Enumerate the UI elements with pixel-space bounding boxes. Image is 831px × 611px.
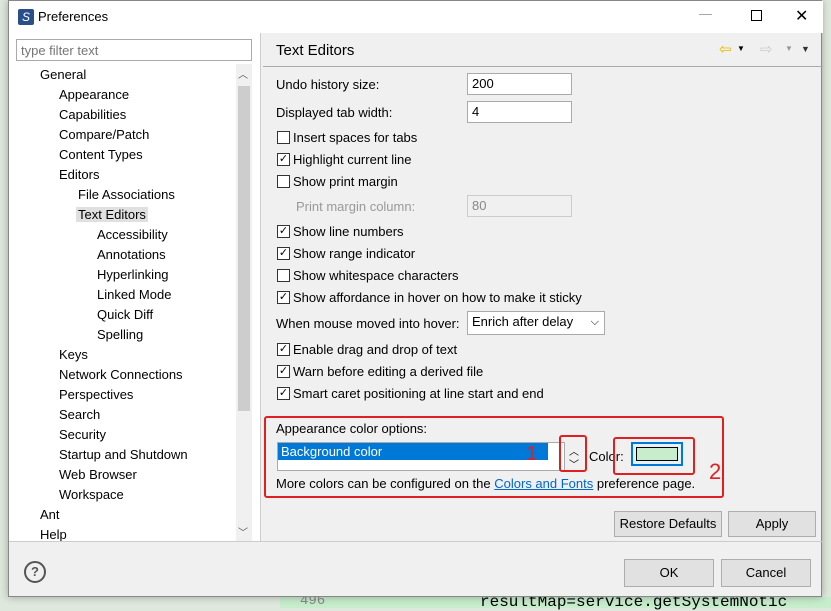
checkbox-row[interactable]: ✓ Highlight current line: [277, 152, 412, 167]
tree-item[interactable]: Ant: [38, 507, 62, 522]
tree-item[interactable]: Linked Mode: [95, 287, 173, 302]
tree-item[interactable]: Quick Diff: [95, 307, 155, 322]
checkbox-label: Show whitespace characters: [293, 268, 459, 283]
back-icon[interactable]: ⇦: [719, 40, 732, 58]
tree-item[interactable]: Text Editors: [76, 207, 148, 222]
tab-width-label: Displayed tab width:: [276, 105, 393, 120]
checkbox-row[interactable]: Insert spaces for tabs: [277, 130, 417, 145]
undo-history-label: Undo history size:: [276, 77, 380, 92]
checkbox-label: Smart caret positioning at line start an…: [293, 386, 544, 401]
tree-item[interactable]: Perspectives: [57, 387, 135, 402]
tree-item[interactable]: Editors: [57, 167, 101, 182]
ok-button[interactable]: OK: [624, 559, 714, 587]
checkbox-row[interactable]: ✓ Smart caret positioning at line start a…: [277, 386, 544, 401]
hover-value: Enrich after delay: [472, 314, 574, 329]
tree-item[interactable]: Web Browser: [57, 467, 139, 482]
scrollbar-thumb[interactable]: [238, 86, 250, 411]
checkbox[interactable]: [277, 269, 290, 282]
checkbox-row[interactable]: ✓ Warn before editing a derived file: [277, 364, 483, 379]
checkbox-row[interactable]: Show print margin: [277, 174, 398, 189]
print-margin-label: Print margin column:: [296, 199, 416, 214]
tree-item[interactable]: Startup and Shutdown: [57, 447, 190, 462]
tree-item[interactable]: Annotations: [95, 247, 168, 262]
checkbox[interactable]: ✓: [277, 225, 290, 238]
close-button[interactable]: ✕: [795, 6, 808, 26]
preference-tree-panel: General Appearance Capabilities Compare/Pat…: [9, 33, 261, 542]
footer-divider: [9, 541, 823, 542]
tree-item[interactable]: Content Types: [57, 147, 145, 162]
checkbox[interactable]: [277, 131, 290, 144]
preferences-dialog: S Preferences — ✕ General Appearance Capab…: [8, 0, 823, 597]
hover-combo[interactable]: Enrich after delay ⌵: [467, 311, 605, 335]
checkbox-label: Show line numbers: [293, 224, 404, 239]
tree-item[interactable]: Help: [38, 527, 69, 542]
chevron-down-icon: ⌵: [590, 316, 599, 328]
checkbox-row[interactable]: ✓ Show range indicator: [277, 246, 415, 261]
checkbox[interactable]: ✓: [277, 365, 290, 378]
checkbox[interactable]: [277, 175, 290, 188]
view-menu-icon[interactable]: ▼: [801, 44, 810, 54]
apply-button[interactable]: Apply: [728, 511, 816, 537]
checkbox-row[interactable]: ✓ Show line numbers: [277, 224, 404, 239]
title-bar: S Preferences — ✕: [9, 1, 823, 33]
tree-item[interactable]: Accessibility: [95, 227, 170, 242]
tree-item[interactable]: Hyperlinking: [95, 267, 171, 282]
page-panel: Text Editors ⇦ ▼ ⇨ ▼ ▼ Undo history size…: [263, 33, 823, 541]
filter-input[interactable]: [16, 39, 252, 61]
annotation-number-2: 2: [709, 459, 722, 484]
tree-item[interactable]: Keys: [57, 347, 90, 362]
back-menu-icon[interactable]: ▼: [737, 44, 745, 53]
eclipse-icon: S: [18, 9, 34, 25]
tree-item[interactable]: Security: [57, 427, 108, 442]
tree-item[interactable]: Spelling: [95, 327, 145, 342]
tree-item[interactable]: Network Connections: [57, 367, 185, 382]
help-icon[interactable]: ?: [24, 561, 46, 583]
maximize-button[interactable]: [751, 10, 762, 21]
checkbox-label: Show affordance in hover on how to make …: [293, 290, 582, 305]
checkbox[interactable]: ✓: [277, 343, 290, 356]
header-divider: [263, 66, 823, 67]
tree-item[interactable]: Search: [57, 407, 102, 422]
scroll-down-icon[interactable]: ﹀: [238, 524, 248, 539]
checkbox[interactable]: ✓: [277, 291, 290, 304]
minimize-button[interactable]: —: [699, 6, 712, 21]
page-title: Text Editors: [276, 42, 355, 59]
checkbox-label: Highlight current line: [293, 152, 412, 167]
checkbox-label: Show print margin: [293, 174, 398, 189]
cancel-button[interactable]: Cancel: [721, 559, 811, 587]
tree-item[interactable]: Workspace: [57, 487, 126, 502]
annotation-number-1: 1: [526, 443, 538, 465]
tree-item[interactable]: Compare/Patch: [57, 127, 151, 142]
hover-label: When mouse moved into hover:: [276, 316, 460, 331]
forward-menu-icon[interactable]: ▼: [785, 44, 793, 53]
forward-icon[interactable]: ⇨: [760, 40, 773, 58]
print-margin-input: 80: [467, 195, 572, 217]
annotation-box-1: [559, 435, 587, 472]
checkbox[interactable]: ✓: [277, 153, 290, 166]
checkbox-row[interactable]: ✓ Show affordance in hover on how to make…: [277, 290, 582, 305]
checkbox-label: Insert spaces for tabs: [293, 130, 418, 145]
tree-item[interactable]: Capabilities: [57, 107, 128, 122]
tree-item[interactable]: Appearance: [57, 87, 131, 102]
annotation-box-2: [613, 437, 695, 475]
checkbox-label: Enable drag and drop of text: [293, 342, 458, 357]
tree-item[interactable]: File Associations: [76, 187, 177, 202]
restore-defaults-button[interactable]: Restore Defaults: [614, 511, 722, 537]
checkbox[interactable]: ✓: [277, 247, 290, 260]
undo-history-input[interactable]: 200: [467, 73, 572, 95]
tab-width-input[interactable]: 4: [467, 101, 572, 123]
scroll-up-icon[interactable]: ︿: [238, 66, 248, 81]
checkbox[interactable]: ✓: [277, 387, 290, 400]
checkbox-label: Warn before editing a derived file: [293, 364, 484, 379]
background-editor: 496 resultMap=service.getSystemNotic: [280, 593, 831, 611]
window-title: Preferences: [38, 9, 109, 24]
checkbox-row[interactable]: ✓ Enable drag and drop of text: [277, 342, 457, 357]
checkbox-row[interactable]: Show whitespace characters: [277, 268, 458, 283]
checkbox-label: Show range indicator: [293, 246, 416, 261]
tree-item[interactable]: General: [38, 67, 88, 82]
